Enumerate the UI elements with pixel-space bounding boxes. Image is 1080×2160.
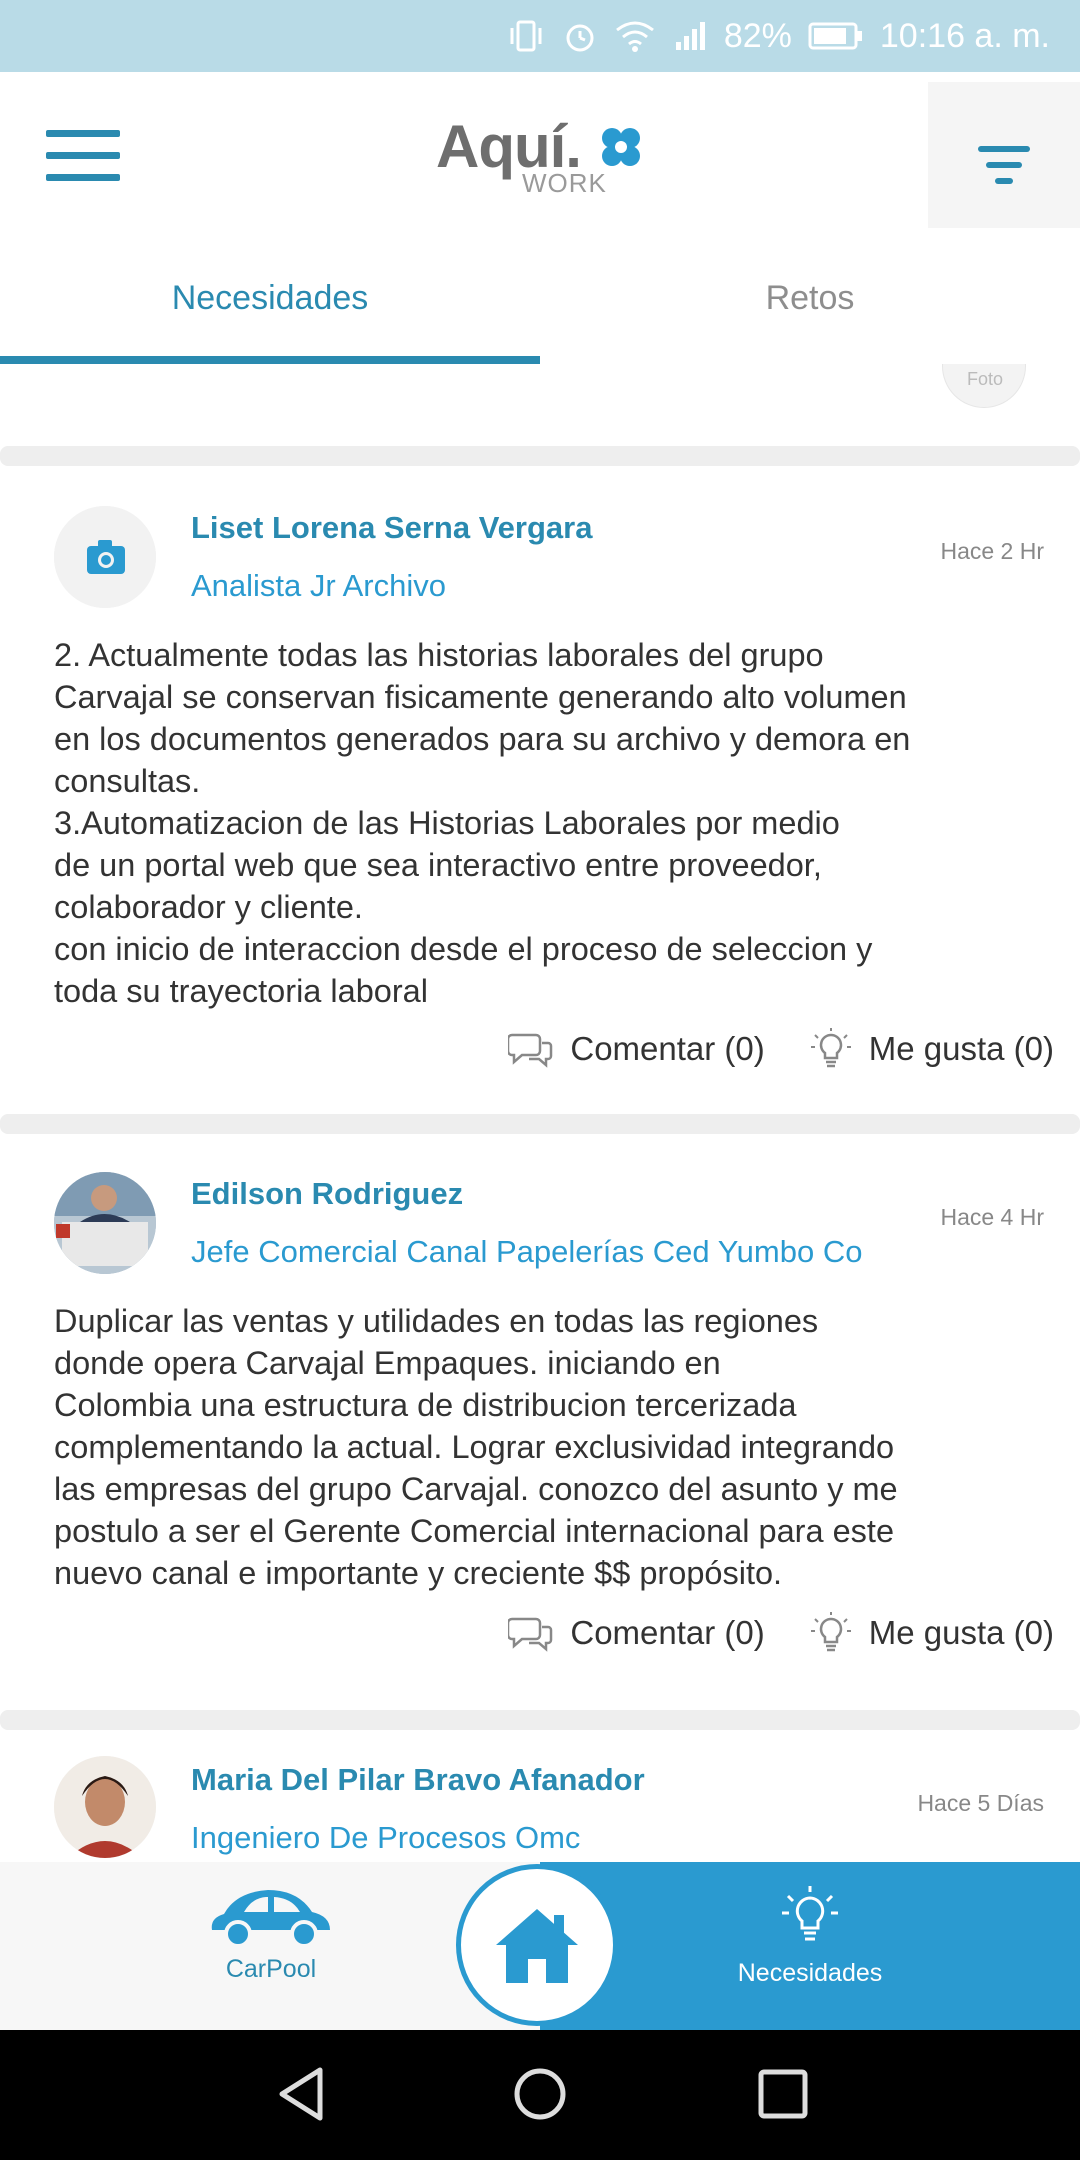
bottom-navigation: CarPool Necesidades	[0, 1860, 1080, 2030]
alarm-icon	[562, 18, 598, 54]
post-card: Liset Lorena Serna Vergara Analista Jr A…	[0, 466, 1080, 1112]
post-card: Edilson Rodriguez Jefe Comercial Canal P…	[0, 1134, 1080, 1778]
post-body-line: postulo a ser el Gerente Comercial inter…	[54, 1513, 895, 1549]
avatar	[54, 1172, 156, 1274]
avatar-placeholder-label: Foto	[966, 369, 1004, 389]
post-role: Analista Jr Archivo	[191, 568, 446, 603]
post-card: Maria Del Pilar Bravo Afanador Ingeniero…	[0, 1730, 1080, 1860]
like-button[interactable]: Me gusta (0)	[809, 1027, 1054, 1071]
comment-button[interactable]: Comentar (0)	[508, 1029, 765, 1069]
post-body-line: las empresas del grupo Carvajal. conozco…	[54, 1471, 898, 1507]
lightbulb-icon	[810, 1028, 851, 1068]
camera-icon	[54, 506, 156, 608]
tab-bar: Necesidades Retos	[0, 232, 1080, 364]
post-divider	[0, 1114, 1080, 1134]
home-button[interactable]	[456, 1864, 618, 2026]
logo-flower-icon	[602, 128, 640, 166]
profile-photo	[54, 1756, 156, 1858]
comment-icon	[508, 1617, 553, 1652]
avatar: Foto	[942, 364, 1026, 408]
like-label: Me gusta (0)	[868, 1030, 1054, 1067]
post-role: Jefe Comercial Canal Papelerías Ced Yumb…	[191, 1234, 863, 1269]
recents-icon[interactable]	[756, 2066, 810, 2127]
vibrate-icon	[506, 18, 546, 54]
post-body-line: 2. Actualmente todas las historias labor…	[54, 637, 824, 673]
back-icon[interactable]	[274, 2066, 328, 2127]
post-actions: Comentar (0) Me gusta (0)	[508, 1024, 1054, 1074]
logo-sub-text: WORK	[522, 168, 607, 198]
post-body-line: donde opera Carvajal Empaques. iniciando…	[54, 1345, 721, 1381]
active-tab-indicator	[0, 356, 540, 364]
comment-label: Comentar (0)	[570, 1614, 765, 1651]
like-button[interactable]: Me gusta (0)	[809, 1611, 1054, 1655]
post-author[interactable]: Maria Del Pilar Bravo Afanador	[191, 1762, 645, 1798]
comment-button[interactable]: Comentar (0)	[508, 1613, 765, 1653]
post-body-line: toda su trayectoria laboral	[54, 973, 428, 1009]
post-author[interactable]: Edilson Rodriguez	[191, 1176, 463, 1212]
post-body-line: 3.Automatizacion de las Historias Labora…	[54, 805, 840, 841]
battery-icon	[808, 21, 864, 51]
post-body: Duplicar las ventas y utilidades en toda…	[54, 1300, 1044, 1594]
app-logo: Aquí. WORK	[436, 112, 656, 202]
post-body-line: Colombia una estructura de distribucion …	[54, 1387, 797, 1423]
comment-label: Comentar (0)	[570, 1030, 765, 1067]
like-label: Me gusta (0)	[868, 1614, 1054, 1651]
carpool-button[interactable]: CarPool	[196, 1886, 346, 1984]
wifi-icon	[614, 18, 656, 54]
app-header: Aquí. WORK	[0, 72, 1080, 232]
post-divider	[0, 1710, 1080, 1730]
filter-icon[interactable]	[928, 82, 1080, 228]
menu-icon[interactable]	[46, 130, 120, 182]
needs-label: Necesidades	[737, 1959, 883, 1987]
avatar	[54, 1756, 156, 1858]
status-bar: 82% 10:16 a. m.	[0, 0, 1080, 72]
tab-necesidades[interactable]: Necesidades	[0, 232, 540, 364]
carpool-label: CarPool	[225, 1955, 317, 1983]
post-actions: Comentar (0) Me gusta (0)	[508, 1608, 1054, 1658]
post-time: Hace 5 Días	[917, 1790, 1044, 1816]
post-body: 2. Actualmente todas las historias labor…	[54, 634, 1044, 1012]
lightbulb-icon	[810, 1612, 851, 1652]
needs-button[interactable]: Necesidades	[720, 1886, 900, 1988]
comment-icon	[508, 1033, 553, 1068]
post-body-line: Duplicar las ventas y utilidades en toda…	[54, 1303, 819, 1339]
post-body-line: con inicio de interaccion desde el proce…	[54, 931, 873, 967]
post-divider	[0, 446, 1080, 466]
post-author[interactable]: Liset Lorena Serna Vergara	[191, 510, 592, 546]
post-body-line: Carvajal se conservan fisicamente genera…	[54, 679, 907, 715]
avatar	[54, 506, 156, 608]
post-body-line: consultas.	[54, 763, 201, 799]
post-body-line: en los documentos generados para su arch…	[54, 721, 911, 757]
post-body-line: de un portal web que sea interactivo ent…	[54, 847, 822, 883]
home-circle-icon[interactable]	[512, 2066, 568, 2127]
feed-list[interactable]: Foto Liset Lorena Serna Vergara Analista…	[0, 364, 1080, 1860]
post-time: Hace 2 Hr	[940, 538, 1044, 564]
post-body-line: nuevo canal e importante y creciente $$ …	[54, 1555, 783, 1591]
lightbulb-icon	[782, 1886, 838, 1941]
car-icon	[211, 1890, 330, 1948]
profile-photo	[54, 1172, 156, 1274]
home-icon	[496, 1909, 578, 1983]
battery-level: 82%	[723, 16, 792, 55]
clock: 10:16 a. m.	[879, 16, 1050, 55]
post-body-line: colaborador y cliente.	[54, 889, 363, 925]
tab-retos[interactable]: Retos	[540, 232, 1080, 364]
system-navigation-bar	[0, 2030, 1080, 2160]
post-role: Ingeniero De Procesos Omc	[191, 1820, 581, 1855]
signal-icon	[672, 18, 708, 54]
post-time: Hace 4 Hr	[940, 1204, 1044, 1230]
post-body-line: complementando la actual. Lograr exclusi…	[54, 1429, 895, 1465]
